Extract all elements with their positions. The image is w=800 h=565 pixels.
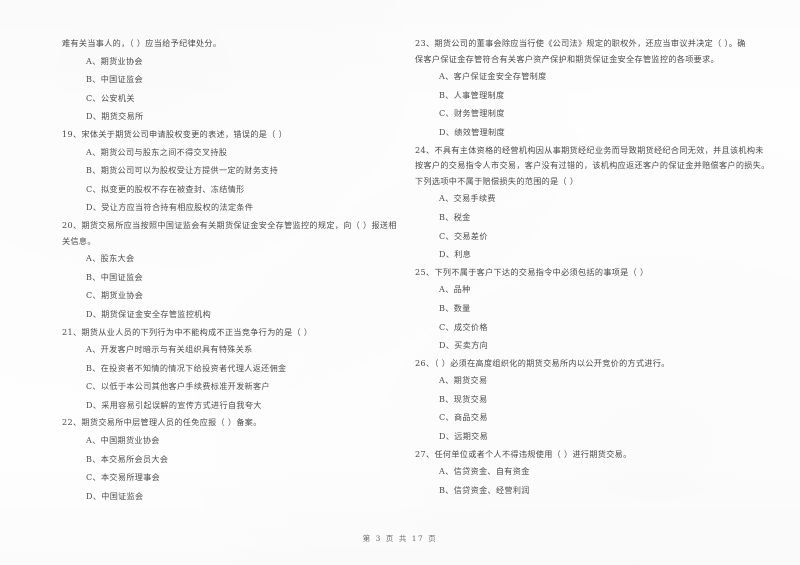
option-c[interactable]: C、公安机关: [62, 89, 407, 108]
option-a[interactable]: A、客户保证金安全存管制度: [415, 67, 760, 86]
question-stem-line: 25、下列不属于客户下达的交易指令中必须包括的事项是（ ）: [415, 266, 649, 277]
question-block: 27、任何单位或者个人不得违规使用（ ）进行期货交易。 A、信贷资金、自有资金 …: [415, 447, 760, 500]
option-b[interactable]: B、现货交易: [415, 390, 760, 409]
option-d[interactable]: D、买卖方向: [415, 336, 760, 355]
option-a[interactable]: A、信贷资金、自有资金: [415, 462, 760, 481]
option-a[interactable]: A、中国期货业协会: [62, 431, 407, 450]
two-column-body: 难有关当事人的，（ ）应当给予纪律处分。 A、期货业协会 B、中国证监会 C、公…: [0, 36, 800, 516]
option-b[interactable]: B、期货公司可以为股权受让方提供一定的财务支持: [62, 161, 407, 180]
option-c[interactable]: C、交易差价: [415, 227, 760, 246]
question-stem-line: 关信息。: [62, 235, 96, 246]
option-d[interactable]: D、期货保证金安全存管监控机构: [62, 305, 407, 324]
option-c[interactable]: C、拟变更的股权不存在被查封、冻结情形: [62, 180, 407, 199]
question-block: 22、期货交易所中层管理人员的任免应报（ ）备案。 A、中国期货业协会 B、本交…: [62, 415, 407, 505]
option-b[interactable]: B、中国证监会: [62, 268, 407, 287]
option-b[interactable]: B、本交易所会员大会: [62, 450, 407, 469]
option-a[interactable]: A、交易手续费: [415, 189, 760, 208]
question-stem-line: 23、期货公司的董事会除应当行使《公司法》规定的职权外，还应当审议并决定（ ）。…: [415, 38, 746, 48]
option-b[interactable]: B、在投资者不知情的情况下给投资者代理人返还佣金: [62, 359, 407, 378]
option-a[interactable]: A、期货业协会: [62, 52, 407, 71]
question-stem-line: 19、宋体关于期货公司申请股权变更的表述，错误的是（ ）: [62, 128, 288, 139]
question-block: 26、（ ）必须在高度组织化的期货交易所内以公开竞价的方式进行。 A、期货交易 …: [415, 356, 760, 446]
option-d[interactable]: D、中国证监会: [62, 487, 407, 506]
page-number-footer: 第 3 页 共 17 页: [362, 534, 438, 543]
option-a[interactable]: A、品种: [415, 280, 760, 299]
option-a[interactable]: A、股东大会: [62, 249, 407, 268]
option-b[interactable]: B、数量: [415, 299, 760, 318]
question-column-right: 23、期货公司的董事会除应当行使《公司法》规定的职权外，还应当审议并决定（ ）。…: [415, 36, 770, 516]
question-block: 23、期货公司的董事会除应当行使《公司法》规定的职权外，还应当审议并决定（ ）。…: [415, 36, 760, 142]
option-d[interactable]: D、绩效管理制度: [415, 123, 760, 142]
question-stem-line: 26、（ ）必须在高度组织化的期货交易所内以公开竞价的方式进行。: [415, 357, 670, 368]
question-block: 24、不具有主体资格的经营机构因从事期货经纪业务而导致期货经纪合同无效，并且该机…: [415, 143, 770, 264]
question-stem-line: 保客户保证金存管符合有关客户资产保护和期货保证金安全存管监控的各项要求。: [415, 53, 719, 64]
option-b[interactable]: B、人事管理制度: [415, 86, 760, 105]
question-block: 20、期货交易所应当按照中国证监会有关期货保证金安全存管监控的规定，向（ ）报送…: [62, 218, 407, 324]
question-stem-line: 27、任何单位或者个人不得违规使用（ ）进行期货交易。: [415, 448, 632, 459]
option-c[interactable]: C、商品交易: [415, 408, 760, 427]
question-stem-line: 22、期货交易所中层管理人员的任免应报（ ）备案。: [62, 417, 262, 428]
option-a[interactable]: A、期货公司与股东之间不得交叉持股: [62, 143, 407, 162]
question-stem-line: 20、期货交易所应当按照中国证监会有关期货保证金安全存管监控的规定，向（ ）报送…: [62, 219, 397, 230]
option-b[interactable]: B、税金: [415, 208, 760, 227]
question-stem-line: 21、期货从业人员的下列行为中不能构成不正当竞争行为的是（ ）: [62, 326, 313, 337]
option-b[interactable]: B、信贷资金、经营利润: [415, 481, 760, 500]
option-d[interactable]: D、远期交易: [415, 427, 760, 446]
option-d[interactable]: D、期货交易所: [62, 107, 407, 126]
question-block: 25、下列不属于客户下达的交易指令中必须包括的事项是（ ） A、品种 B、数量 …: [415, 265, 760, 355]
option-a[interactable]: A、期货交易: [415, 371, 760, 390]
option-c[interactable]: C、财务管理制度: [415, 104, 760, 123]
question-block: 难有关当事人的，（ ）应当给予纪律处分。 A、期货业协会 B、中国证监会 C、公…: [62, 36, 407, 126]
question-stem-line: 按客户的交易指令人市交易，客户没有过错的，该机构应返还客户的保证金并赔偿客户的损…: [415, 160, 770, 171]
question-stem-line: 24、不具有主体资格的经营机构因从事期货经纪业务而导致期货经纪合同无效，并且该机…: [415, 144, 764, 155]
question-block: 19、宋体关于期货公司申请股权变更的表述，错误的是（ ） A、期货公司与股东之间…: [62, 127, 407, 217]
question-stem-line: 难有关当事人的，（ ）应当给予纪律处分。: [62, 38, 222, 48]
option-c[interactable]: C、本交易所理事会: [62, 468, 407, 487]
option-d[interactable]: D、受让方应当符合持有相应股权的法定条件: [62, 198, 407, 217]
option-c[interactable]: C、成交价格: [415, 318, 760, 337]
option-c[interactable]: C、期货业协会: [62, 286, 407, 305]
option-d[interactable]: D、采用容易引起误解的宣传方式进行自我夸大: [62, 396, 407, 415]
scanned-exam-page: 难有关当事人的，（ ）应当给予纪律处分。 A、期货业协会 B、中国证监会 C、公…: [0, 0, 800, 565]
question-column-left: 难有关当事人的，（ ）应当给予纪律处分。 A、期货业协会 B、中国证监会 C、公…: [62, 36, 407, 516]
option-c[interactable]: C、以低于本公司其他客户手续费标准开发新客户: [62, 377, 407, 396]
option-d[interactable]: D、利息: [415, 245, 760, 264]
question-block: 21、期货从业人员的下列行为中不能构成不正当竞争行为的是（ ） A、开发客户时暗…: [62, 325, 407, 415]
option-b[interactable]: B、中国证监会: [62, 70, 407, 89]
question-stem-line: 下列选项中不属于赔偿损失的范围的是（ ）: [415, 175, 579, 186]
option-a[interactable]: A、开发客户时暗示与有关组织具有特殊关系: [62, 340, 407, 359]
